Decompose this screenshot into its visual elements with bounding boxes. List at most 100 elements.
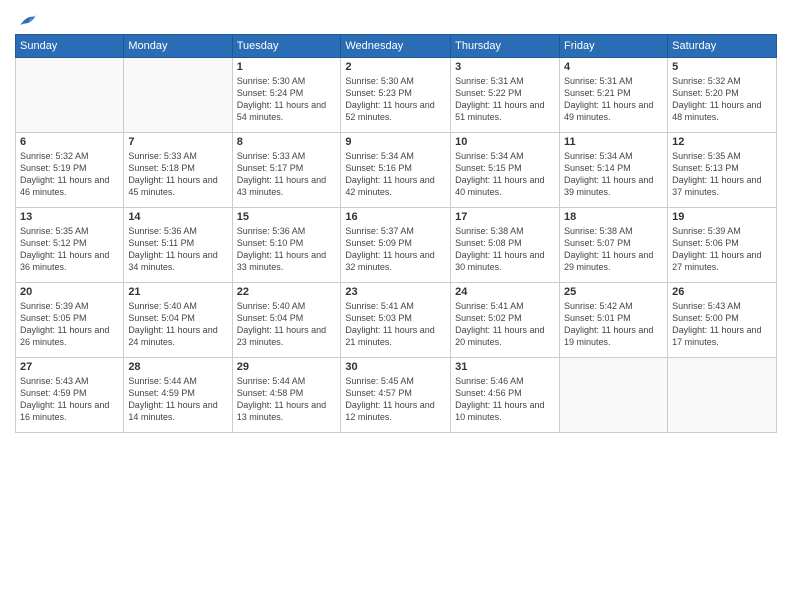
day-info: Sunrise: 5:38 AM Sunset: 5:07 PM Dayligh…: [564, 225, 663, 274]
day-cell: [668, 358, 777, 433]
day-info: Sunrise: 5:34 AM Sunset: 5:16 PM Dayligh…: [345, 150, 446, 199]
week-row-3: 13Sunrise: 5:35 AM Sunset: 5:12 PM Dayli…: [16, 208, 777, 283]
day-cell: 27Sunrise: 5:43 AM Sunset: 4:59 PM Dayli…: [16, 358, 124, 433]
day-number: 23: [345, 286, 446, 298]
day-cell: 2 Sunrise: 5:30 AM Sunset: 5:23 PM Daylig…: [341, 58, 451, 133]
header: [15, 10, 777, 26]
day-info: Sunrise: 5:40 AM Sunset: 5:04 PM Dayligh…: [128, 300, 227, 349]
day-info: Sunrise: 5:30 AM Sunset: 5:24 PM Dayligh…: [237, 75, 337, 124]
day-cell: 17 Sunrise: 5:38 AM Sunset: 5:08 PM Dayli…: [451, 208, 560, 283]
day-cell: 9 Sunrise: 5:34 AM Sunset: 5:16 PM Daylig…: [341, 133, 451, 208]
day-cell: 22Sunrise: 5:40 AM Sunset: 5:04 PM Dayli…: [232, 283, 341, 358]
day-cell: 18 Sunrise: 5:38 AM Sunset: 5:07 PM Dayli…: [560, 208, 668, 283]
calendar-header-row: SundayMondayTuesdayWednesdayThursdayFrid…: [16, 35, 777, 58]
day-info: Sunrise: 5:35 AM Sunset: 5:13 PM Dayligh…: [672, 150, 772, 199]
day-info: Sunrise: 5:36 AM Sunset: 5:11 PM Dayligh…: [128, 225, 227, 274]
week-row-2: 6 Sunrise: 5:32 AM Sunset: 5:19 PM Daylig…: [16, 133, 777, 208]
day-number: 18: [564, 211, 663, 223]
page: SundayMondayTuesdayWednesdayThursdayFrid…: [0, 0, 792, 612]
day-number: 16: [345, 211, 446, 223]
day-number: 17: [455, 211, 555, 223]
day-number: 9: [345, 136, 446, 148]
day-number: 31: [455, 361, 555, 373]
day-cell: [560, 358, 668, 433]
day-number: 7: [128, 136, 227, 148]
day-info: Sunrise: 5:39 AM Sunset: 5:06 PM Dayligh…: [672, 225, 772, 274]
day-info: Sunrise: 5:33 AM Sunset: 5:17 PM Dayligh…: [237, 150, 337, 199]
day-cell: 26Sunrise: 5:43 AM Sunset: 5:00 PM Dayli…: [668, 283, 777, 358]
day-cell: 29 Sunrise: 5:44 AM Sunset: 4:58 PM Dayli…: [232, 358, 341, 433]
day-number: 22: [237, 286, 337, 298]
week-row-4: 20 Sunrise: 5:39 AM Sunset: 5:05 PM Dayli…: [16, 283, 777, 358]
day-cell: 11 Sunrise: 5:34 AM Sunset: 5:14 PM Dayli…: [560, 133, 668, 208]
day-info: Sunrise: 5:38 AM Sunset: 5:08 PM Dayligh…: [455, 225, 555, 274]
day-header-wednesday: Wednesday: [341, 35, 451, 58]
day-number: 1: [237, 61, 337, 73]
logo: [15, 10, 37, 26]
day-cell: 20 Sunrise: 5:39 AM Sunset: 5:05 PM Dayli…: [16, 283, 124, 358]
day-cell: [16, 58, 124, 133]
day-number: 3: [455, 61, 555, 73]
day-number: 24: [455, 286, 555, 298]
day-info: Sunrise: 5:34 AM Sunset: 5:15 PM Dayligh…: [455, 150, 555, 199]
day-number: 28: [128, 361, 227, 373]
day-cell: 30 Sunrise: 5:45 AM Sunset: 4:57 PM Dayli…: [341, 358, 451, 433]
day-number: 5: [672, 61, 772, 73]
day-cell: 8 Sunrise: 5:33 AM Sunset: 5:17 PM Daylig…: [232, 133, 341, 208]
day-info: Sunrise: 5:44 AM Sunset: 4:58 PM Dayligh…: [237, 375, 337, 424]
day-info: Sunrise: 5:30 AM Sunset: 5:23 PM Dayligh…: [345, 75, 446, 124]
day-number: 14: [128, 211, 227, 223]
day-info: Sunrise: 5:45 AM Sunset: 4:57 PM Dayligh…: [345, 375, 446, 424]
day-cell: 13Sunrise: 5:35 AM Sunset: 5:12 PM Dayli…: [16, 208, 124, 283]
day-number: 11: [564, 136, 663, 148]
day-cell: 31 Sunrise: 5:46 AM Sunset: 4:56 PM Dayli…: [451, 358, 560, 433]
day-header-saturday: Saturday: [668, 35, 777, 58]
week-row-1: 1 Sunrise: 5:30 AM Sunset: 5:24 PM Daylig…: [16, 58, 777, 133]
calendar: SundayMondayTuesdayWednesdayThursdayFrid…: [15, 34, 777, 433]
day-cell: 15 Sunrise: 5:36 AM Sunset: 5:10 PM Dayli…: [232, 208, 341, 283]
day-number: 19: [672, 211, 772, 223]
day-number: 25: [564, 286, 663, 298]
day-cell: 23 Sunrise: 5:41 AM Sunset: 5:03 PM Dayli…: [341, 283, 451, 358]
day-number: 20: [20, 286, 119, 298]
day-info: Sunrise: 5:32 AM Sunset: 5:19 PM Dayligh…: [20, 150, 119, 199]
day-number: 30: [345, 361, 446, 373]
day-cell: 19 Sunrise: 5:39 AM Sunset: 5:06 PM Dayli…: [668, 208, 777, 283]
day-number: 6: [20, 136, 119, 148]
logo-bird-icon: [17, 10, 37, 30]
day-cell: 5 Sunrise: 5:32 AM Sunset: 5:20 PM Daylig…: [668, 58, 777, 133]
day-info: Sunrise: 5:41 AM Sunset: 5:02 PM Dayligh…: [455, 300, 555, 349]
day-header-friday: Friday: [560, 35, 668, 58]
day-info: Sunrise: 5:39 AM Sunset: 5:05 PM Dayligh…: [20, 300, 119, 349]
day-number: 4: [564, 61, 663, 73]
day-cell: 4Sunrise: 5:31 AM Sunset: 5:21 PM Daylig…: [560, 58, 668, 133]
day-number: 15: [237, 211, 337, 223]
week-row-5: 27Sunrise: 5:43 AM Sunset: 4:59 PM Dayli…: [16, 358, 777, 433]
day-header-sunday: Sunday: [16, 35, 124, 58]
day-info: Sunrise: 5:33 AM Sunset: 5:18 PM Dayligh…: [128, 150, 227, 199]
day-cell: 10 Sunrise: 5:34 AM Sunset: 5:15 PM Dayli…: [451, 133, 560, 208]
day-info: Sunrise: 5:44 AM Sunset: 4:59 PM Dayligh…: [128, 375, 227, 424]
day-info: Sunrise: 5:46 AM Sunset: 4:56 PM Dayligh…: [455, 375, 555, 424]
day-info: Sunrise: 5:42 AM Sunset: 5:01 PM Dayligh…: [564, 300, 663, 349]
day-cell: 21 Sunrise: 5:40 AM Sunset: 5:04 PM Dayli…: [124, 283, 232, 358]
day-cell: 25 Sunrise: 5:42 AM Sunset: 5:01 PM Dayli…: [560, 283, 668, 358]
day-number: 29: [237, 361, 337, 373]
day-info: Sunrise: 5:34 AM Sunset: 5:14 PM Dayligh…: [564, 150, 663, 199]
day-cell: 3Sunrise: 5:31 AM Sunset: 5:22 PM Daylig…: [451, 58, 560, 133]
day-number: 2: [345, 61, 446, 73]
day-header-monday: Monday: [124, 35, 232, 58]
day-number: 12: [672, 136, 772, 148]
day-number: 21: [128, 286, 227, 298]
day-number: 27: [20, 361, 119, 373]
day-info: Sunrise: 5:36 AM Sunset: 5:10 PM Dayligh…: [237, 225, 337, 274]
day-number: 8: [237, 136, 337, 148]
day-cell: 6 Sunrise: 5:32 AM Sunset: 5:19 PM Daylig…: [16, 133, 124, 208]
day-number: 10: [455, 136, 555, 148]
day-cell: 14 Sunrise: 5:36 AM Sunset: 5:11 PM Dayli…: [124, 208, 232, 283]
day-info: Sunrise: 5:32 AM Sunset: 5:20 PM Dayligh…: [672, 75, 772, 124]
day-cell: 28 Sunrise: 5:44 AM Sunset: 4:59 PM Dayli…: [124, 358, 232, 433]
day-info: Sunrise: 5:41 AM Sunset: 5:03 PM Dayligh…: [345, 300, 446, 349]
day-header-thursday: Thursday: [451, 35, 560, 58]
day-cell: 1 Sunrise: 5:30 AM Sunset: 5:24 PM Daylig…: [232, 58, 341, 133]
